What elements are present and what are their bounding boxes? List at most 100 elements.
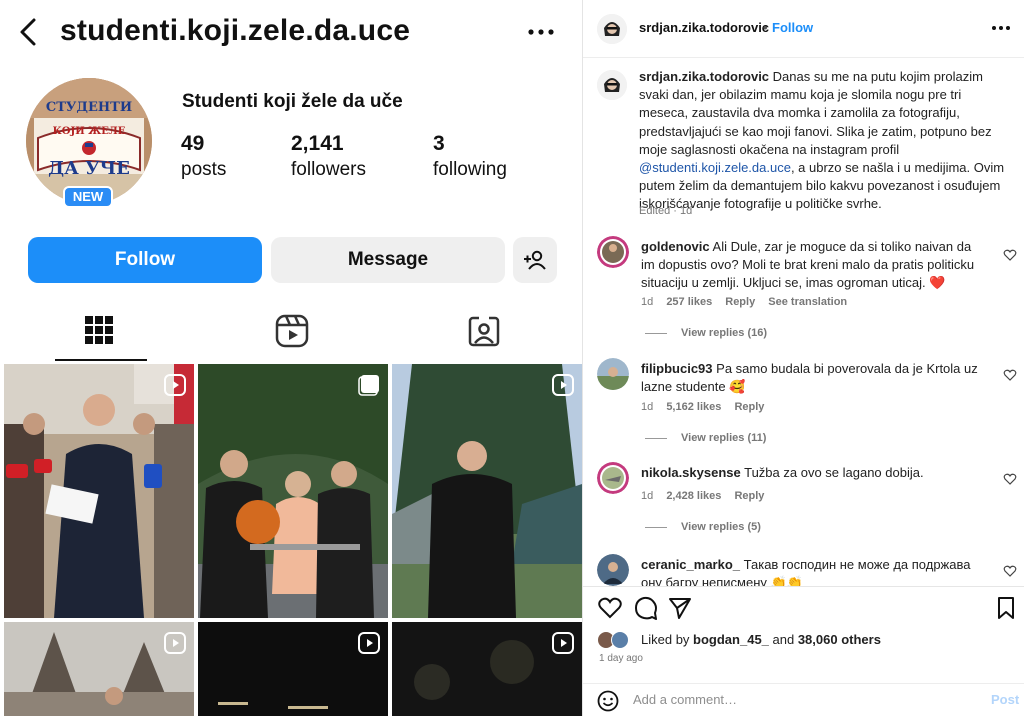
post-thumbnail	[4, 364, 194, 618]
post-detail-panel: srdjan.zika.todorovic • Follow srdjan.zi…	[582, 0, 1024, 716]
comment-bubble-icon[interactable]	[633, 595, 659, 621]
see-translation-button[interactable]: See translation	[768, 296, 847, 308]
comment-text: filipbucic93 Pa samo budala bi poveroval…	[641, 360, 986, 396]
screenshot-root: studenti.koji.zele.da.uce СТУДЕНТИ КОЈИ …	[0, 0, 1024, 716]
commenter-avatar[interactable]	[597, 554, 629, 586]
avatar-text-top: СТУДЕНТИ	[45, 100, 133, 115]
profile-header: studenti.koji.zele.da.uce	[0, 0, 582, 66]
multiple-photos-icon	[358, 375, 379, 396]
commenter-username[interactable]: ceranic_marko_	[641, 557, 740, 572]
stat-posts-label: posts	[181, 159, 227, 180]
author-avatar-image	[597, 14, 627, 44]
new-badge: NEW	[63, 186, 113, 208]
replies-line	[645, 437, 667, 439]
liked-count[interactable]: 38,060 others	[798, 632, 881, 647]
stat-posts[interactable]: 49 posts	[181, 132, 226, 181]
stat-posts-value: 49	[181, 132, 205, 155]
more-options-icon[interactable]	[522, 20, 562, 44]
share-paper-plane-icon[interactable]	[667, 595, 693, 621]
caption-username[interactable]: srdjan.zika.todorovic	[639, 69, 769, 84]
view-replies-button[interactable]: View replies (5)	[645, 521, 761, 533]
comment-age: 1d	[641, 490, 654, 502]
reel-indicator-icon	[552, 632, 574, 654]
grid-post[interactable]	[198, 622, 388, 716]
comment-age: 1d	[641, 296, 654, 308]
post-caption: srdjan.zika.todorovic Danas su me na put…	[639, 68, 1009, 214]
commenter-avatar-image	[597, 358, 629, 390]
active-tab-indicator	[55, 359, 147, 361]
reply-button[interactable]: Reply	[725, 296, 755, 308]
reels-icon	[275, 314, 309, 348]
emoji-smiley-icon[interactable]	[597, 690, 619, 712]
like-comment-heart-icon[interactable]	[1003, 368, 1017, 382]
tab-reels[interactable]	[275, 314, 311, 350]
like-comment-heart-icon[interactable]	[1003, 564, 1017, 578]
follow-button[interactable]: Follow	[28, 237, 262, 283]
grid-post[interactable]	[392, 364, 582, 618]
tab-posts-grid[interactable]	[83, 314, 119, 350]
liked-mid: and	[768, 632, 798, 647]
message-button[interactable]: Message	[271, 237, 505, 283]
liked-prefix: Liked by	[641, 632, 694, 647]
commenter-username[interactable]: goldenovic	[641, 239, 710, 254]
post-header: srdjan.zika.todorovic • Follow	[583, 0, 1024, 58]
liker-avatar	[611, 631, 629, 649]
grid-post[interactable]	[4, 364, 194, 618]
header-separator: •	[763, 20, 768, 35]
save-bookmark-icon[interactable]	[993, 595, 1019, 621]
liked-by-user[interactable]: bogdan_45_	[693, 632, 769, 647]
grid-post[interactable]	[392, 622, 582, 716]
commenter-avatar-image	[597, 236, 629, 268]
caption-author-avatar[interactable]	[597, 70, 627, 100]
replies-line	[645, 526, 667, 528]
post-thumbnail	[392, 364, 582, 618]
post-comment-button[interactable]: Post	[991, 692, 1019, 707]
stat-followers[interactable]: 2,141 followers	[291, 132, 366, 181]
comment-likes[interactable]: 2,428 likes	[666, 490, 721, 502]
grid-post[interactable]	[4, 622, 194, 716]
like-comment-heart-icon[interactable]	[1003, 248, 1017, 262]
comment-item: ceranic_marko_ Такав господин не може да…	[583, 552, 1024, 586]
post-author-username[interactable]: srdjan.zika.todorovic	[639, 20, 769, 35]
view-replies-button[interactable]: View replies (16)	[645, 327, 767, 339]
stat-following[interactable]: 3 following	[433, 132, 507, 181]
commenter-avatar-image	[597, 554, 629, 586]
like-comment-heart-icon[interactable]	[1003, 472, 1017, 486]
avatar-text-middle: КОЈИ ЖЕЛЕ	[52, 126, 126, 137]
view-replies-label: View replies (11)	[681, 432, 767, 444]
suggest-user-button[interactable]	[513, 237, 557, 283]
comment-meta: 1d 5,162 likes Reply	[641, 401, 774, 413]
view-replies-label: View replies (16)	[681, 327, 768, 339]
header-follow-button[interactable]: Follow	[772, 20, 813, 35]
comment-likes[interactable]: 257 likes	[666, 296, 712, 308]
view-replies-button[interactable]: View replies (11)	[645, 432, 766, 444]
post-options-icon[interactable]	[989, 18, 1013, 38]
view-replies-label: View replies (5)	[681, 521, 761, 533]
author-avatar[interactable]	[597, 14, 627, 44]
commenter-username[interactable]: nikola.skysense	[641, 465, 741, 480]
profile-display-name: Studenti koji žele da uče	[182, 91, 403, 112]
comment-likes[interactable]: 5,162 likes	[666, 401, 721, 413]
commenter-avatar[interactable]	[597, 236, 629, 268]
comment-text: goldenovic Ali Dule, zar je moguce da si…	[641, 238, 986, 292]
tab-tagged[interactable]	[467, 314, 503, 350]
grid-post[interactable]	[198, 364, 388, 618]
commenter-username[interactable]: filipbucic93	[641, 361, 713, 376]
reply-button[interactable]: Reply	[734, 490, 764, 502]
like-heart-icon[interactable]	[597, 595, 623, 621]
add-comment-input[interactable]: Add a comment…	[633, 692, 737, 707]
commenter-avatar[interactable]	[597, 358, 629, 390]
reel-indicator-icon	[552, 374, 574, 396]
profile-username: studenti.koji.zele.da.uce	[60, 14, 411, 47]
caption-mention-link[interactable]: @studenti.koji.zele.da.uce	[639, 160, 791, 175]
back-arrow-icon[interactable]	[14, 14, 42, 50]
tagged-icon	[468, 316, 500, 347]
liked-by-text[interactable]: Liked by bogdan_45_ and 38,060 others	[641, 632, 881, 647]
liked-by-avatars	[597, 631, 637, 651]
reply-button[interactable]: Reply	[734, 401, 764, 413]
comment-text: nikola.skysense Tužba za ovo se lagano d…	[641, 464, 986, 482]
commenter-avatar[interactable]	[597, 462, 629, 494]
reel-indicator-icon	[358, 632, 380, 654]
add-comment-bar: Add a comment… Post	[583, 683, 1024, 715]
comment-meta: 1d 257 likes Reply See translation	[641, 296, 857, 308]
